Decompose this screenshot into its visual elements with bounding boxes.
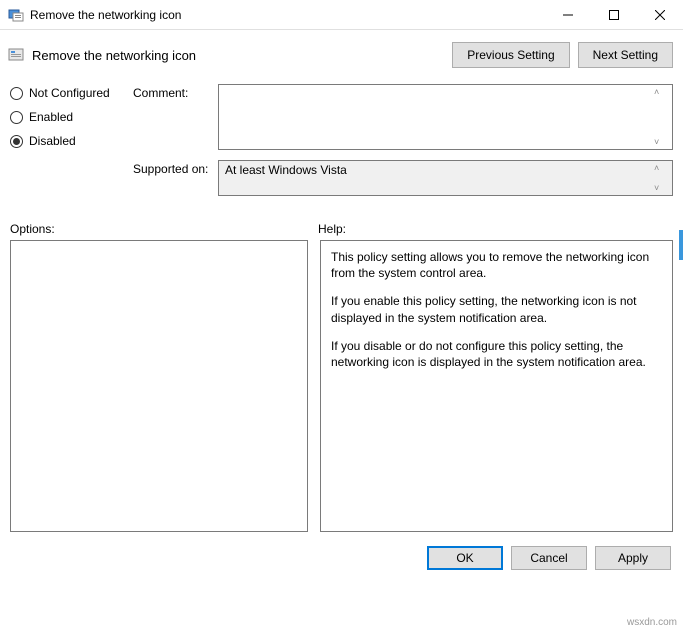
- header-row: Remove the networking icon Previous Sett…: [0, 30, 683, 76]
- supported-value: At least Windows Vista: [225, 163, 347, 177]
- help-label: Help:: [318, 222, 346, 236]
- window-title: Remove the networking icon: [30, 8, 545, 22]
- app-icon: [8, 7, 24, 23]
- watermark: wsxdn.com: [627, 617, 677, 628]
- help-panel: This policy setting allows you to remove…: [320, 240, 673, 532]
- policy-title: Remove the networking icon: [32, 48, 444, 63]
- apply-button[interactable]: Apply: [595, 546, 671, 570]
- window-controls: [545, 0, 683, 29]
- radio-disabled[interactable]: Disabled: [10, 134, 125, 148]
- radio-icon: [10, 111, 23, 124]
- previous-setting-button[interactable]: Previous Setting: [452, 42, 569, 68]
- ok-button[interactable]: OK: [427, 546, 503, 570]
- radio-icon: [10, 87, 23, 100]
- radio-label: Not Configured: [29, 86, 110, 100]
- scrollbar[interactable]: ˄ ˅: [654, 161, 670, 195]
- titlebar: Remove the networking icon: [0, 0, 683, 30]
- options-label: Options:: [10, 222, 318, 236]
- close-button[interactable]: [637, 0, 683, 29]
- chevron-up-icon: ˄: [654, 87, 670, 97]
- radio-label: Enabled: [29, 110, 73, 124]
- help-text: This policy setting allows you to remove…: [331, 249, 662, 281]
- maximize-button[interactable]: [591, 0, 637, 29]
- next-setting-button[interactable]: Next Setting: [578, 42, 673, 68]
- chevron-down-icon: ˅: [654, 137, 670, 147]
- chevron-down-icon: ˅: [654, 183, 670, 193]
- comment-label: Comment:: [133, 84, 218, 150]
- supported-on-field: At least Windows Vista ˄ ˅: [218, 160, 673, 196]
- supported-label: Supported on:: [133, 160, 218, 196]
- scroll-accent: [679, 230, 683, 260]
- radio-icon: [10, 135, 23, 148]
- options-panel[interactable]: [10, 240, 308, 532]
- comment-input[interactable]: ˄ ˅: [218, 84, 673, 150]
- dialog-footer: OK Cancel Apply: [0, 532, 683, 580]
- cancel-button[interactable]: Cancel: [511, 546, 587, 570]
- radio-enabled[interactable]: Enabled: [10, 110, 125, 124]
- radio-label: Disabled: [29, 134, 76, 148]
- help-text: If you enable this policy setting, the n…: [331, 293, 662, 325]
- radio-group: Not Configured Enabled Disabled: [10, 84, 125, 206]
- radio-not-configured[interactable]: Not Configured: [10, 86, 125, 100]
- policy-icon: [8, 47, 24, 63]
- scrollbar[interactable]: ˄ ˅: [654, 85, 670, 149]
- minimize-button[interactable]: [545, 0, 591, 29]
- chevron-up-icon: ˄: [654, 163, 670, 173]
- help-text: If you disable or do not configure this …: [331, 338, 662, 370]
